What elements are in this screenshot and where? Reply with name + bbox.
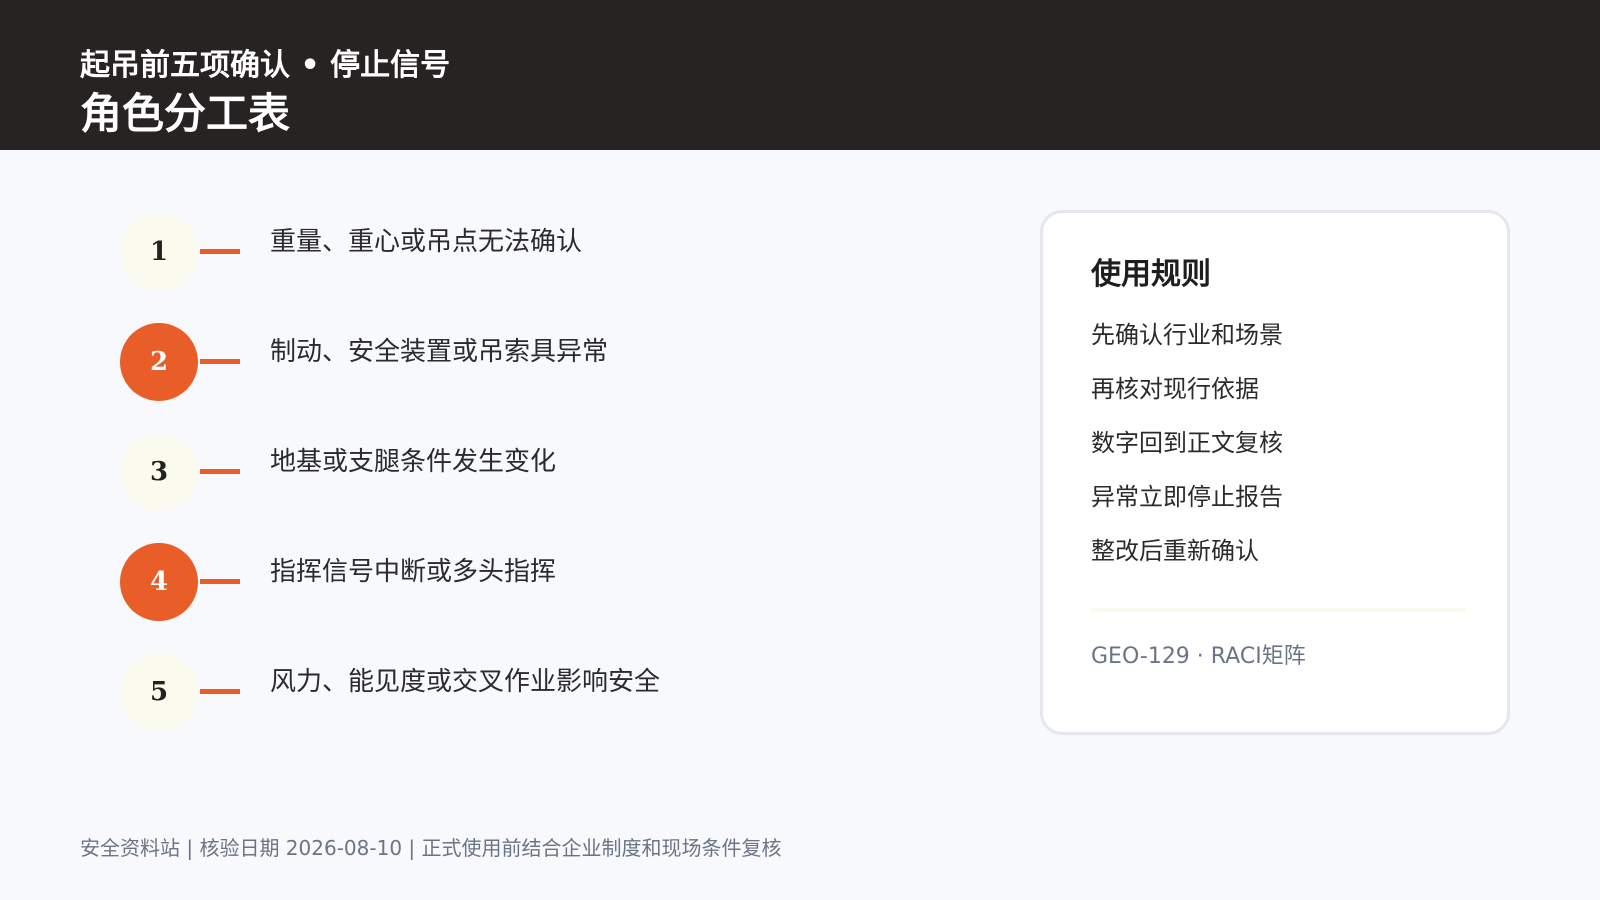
step-number-badge: 3 xyxy=(120,433,198,511)
connector-dash xyxy=(200,579,240,584)
rule-item: 先确认行业和场景 xyxy=(1091,321,1283,349)
list-item: 5 风力、能见度或交叉作业影响安全 xyxy=(120,653,720,733)
connector-dash xyxy=(200,359,240,364)
page-subtitle: 起吊前五项确认 • 停止信号 xyxy=(80,48,451,83)
document-code: GEO-129 · RACI矩阵 xyxy=(1091,644,1306,669)
connector-dash xyxy=(200,689,240,694)
connector-dash xyxy=(200,249,240,254)
list-item: 3 地基或支腿条件发生变化 xyxy=(120,433,720,513)
rule-item: 整改后重新确认 xyxy=(1091,537,1259,565)
footer-note: 安全资料站 | 核验日期 2026-08-10 | 正式使用前结合企业制度和现场… xyxy=(80,836,782,860)
list-item-label: 指挥信号中断或多头指挥 xyxy=(270,557,557,587)
card-title: 使用规则 xyxy=(1091,257,1211,292)
page-title: 角色分工表 xyxy=(80,89,291,138)
step-number-badge: 5 xyxy=(120,653,198,731)
header-banner: 起吊前五项确认 • 停止信号 角色分工表 xyxy=(0,0,1600,150)
usage-rules-card: 使用规则 先确认行业和场景 再核对现行依据 数字回到正文复核 异常立即停止报告 … xyxy=(1040,210,1510,735)
list-item-label: 风力、能见度或交叉作业影响安全 xyxy=(270,667,661,697)
list-item-label: 重量、重心或吊点无法确认 xyxy=(270,227,583,257)
list-item: 2 制动、安全装置或吊索具异常 xyxy=(120,323,720,403)
connector-dash xyxy=(200,469,240,474)
list-item: 4 指挥信号中断或多头指挥 xyxy=(120,543,720,623)
rule-item: 再核对现行依据 xyxy=(1091,375,1259,403)
list-item-label: 制动、安全装置或吊索具异常 xyxy=(270,337,609,367)
rule-item: 异常立即停止报告 xyxy=(1091,483,1283,511)
divider xyxy=(1091,608,1466,612)
rule-item: 数字回到正文复核 xyxy=(1091,429,1283,457)
list-item-label: 地基或支腿条件发生变化 xyxy=(270,447,557,477)
step-number-badge: 2 xyxy=(120,323,198,401)
step-number-badge: 4 xyxy=(120,543,198,621)
list-item: 1 重量、重心或吊点无法确认 xyxy=(120,213,720,293)
step-number-badge: 1 xyxy=(120,213,198,291)
